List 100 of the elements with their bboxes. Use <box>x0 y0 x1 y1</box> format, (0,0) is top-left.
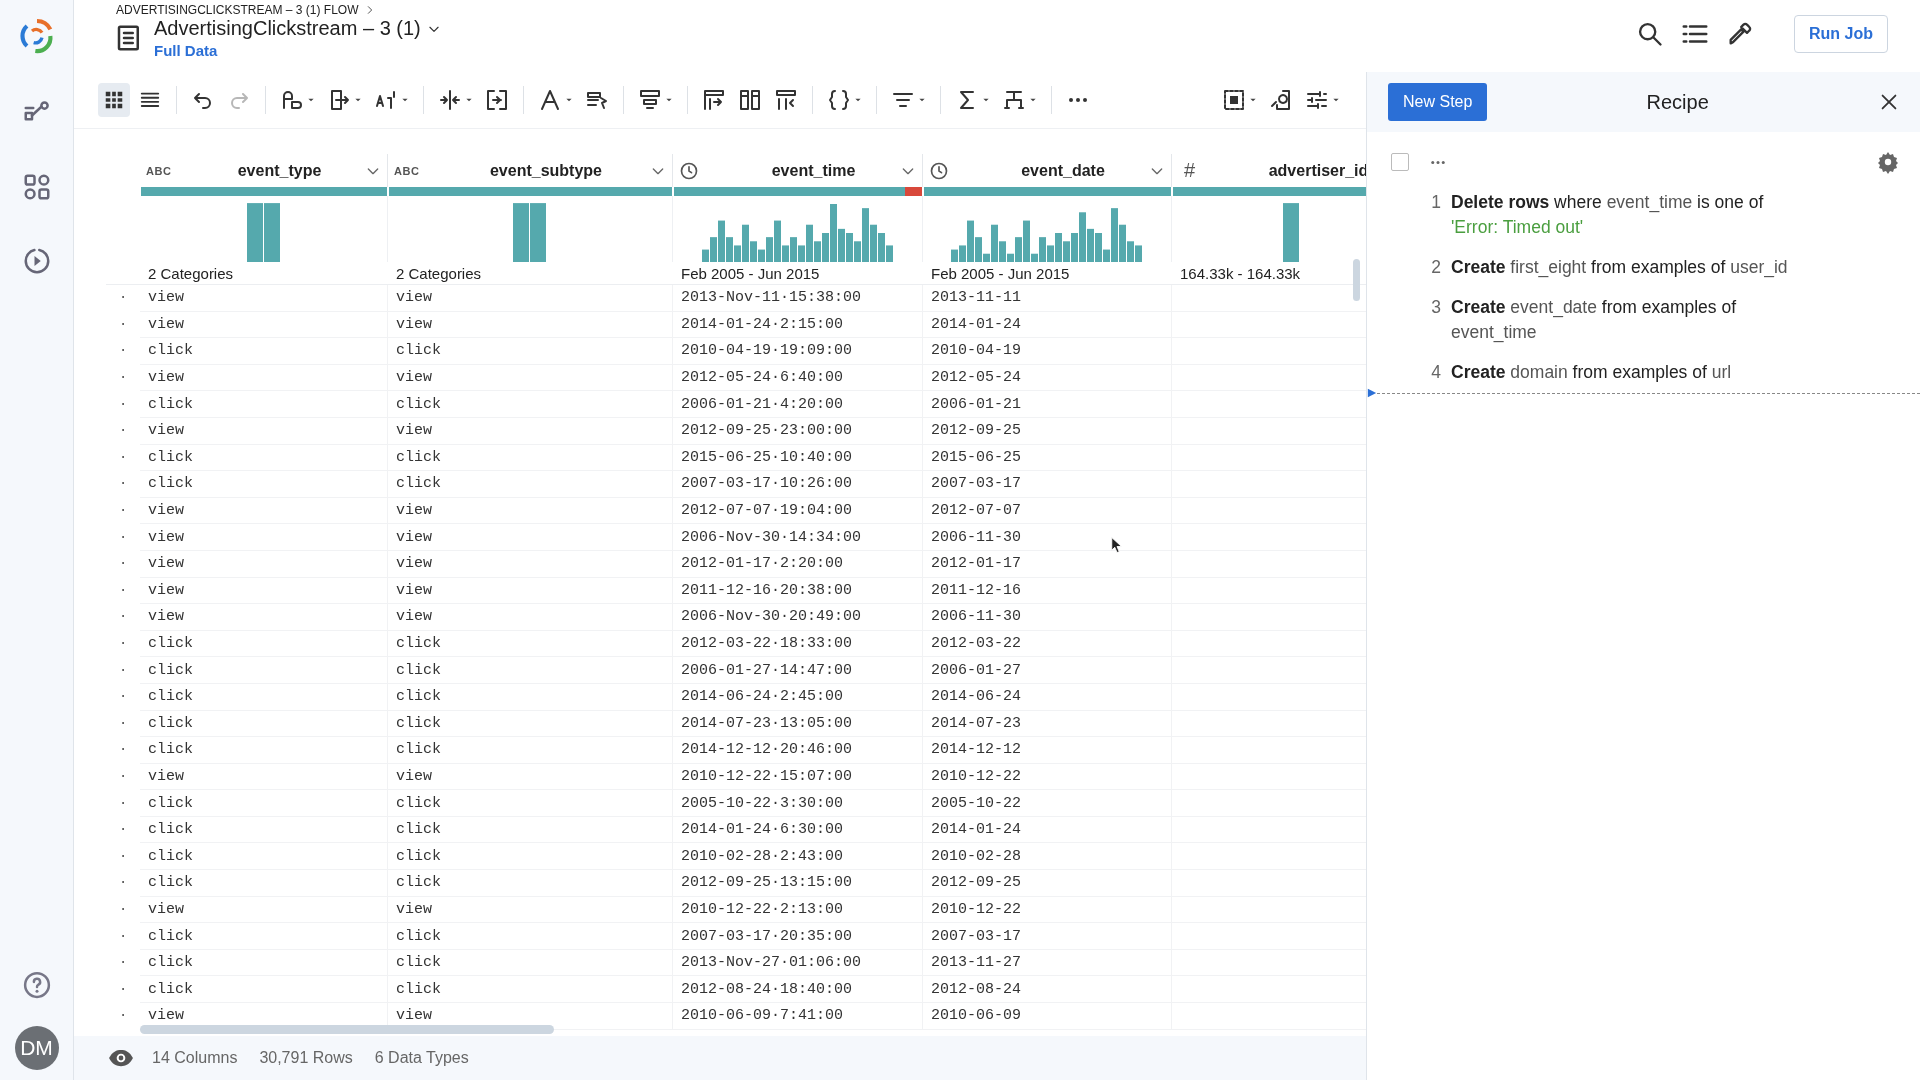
sort-icon <box>374 88 398 112</box>
table-cell: click <box>148 395 193 413</box>
table-cell: 2012-08-24 <box>931 980 1021 998</box>
table-cell: view <box>396 1007 432 1025</box>
search-icon[interactable] <box>1636 20 1664 48</box>
type-label[interactable]: # <box>1178 159 1196 182</box>
help-icon[interactable] <box>21 970 52 1000</box>
table-cell: view <box>148 900 184 918</box>
column-name: event_subtype <box>488 161 603 180</box>
select-all-checkbox[interactable] <box>1391 153 1409 171</box>
recipe-step[interactable]: Create domain from examples of url <box>1451 360 1732 385</box>
table-cell: 2006-Nov-30·20:49:00 <box>681 608 862 626</box>
table-cell: click <box>396 448 441 466</box>
union-icon <box>774 88 798 112</box>
table-cell: view <box>396 581 432 599</box>
histogram-drawing[interactable] <box>513 200 547 262</box>
join-icon <box>738 88 762 112</box>
braces-icon <box>827 88 851 112</box>
table-cell: click <box>396 714 441 732</box>
table-cell: 2012-03-22·18:33:00 <box>681 635 853 652</box>
table-cell: 2012-07-07 <box>931 502 1021 520</box>
table-cell: 2010-02-28 <box>931 847 1021 865</box>
recipe-step[interactable]: Create event_date from examples of event_time <box>1451 295 1800 345</box>
rename-icon <box>280 88 304 112</box>
table-cell: click <box>396 395 441 413</box>
type-label[interactable]: ABC <box>394 164 420 177</box>
table-cell: 2014-01-24 <box>931 315 1021 333</box>
table-cell: view <box>396 502 432 520</box>
more-icon[interactable] <box>1429 159 1447 165</box>
horizontal-scrollbar[interactable] <box>140 1025 554 1034</box>
row-marker: · <box>119 716 127 731</box>
step-number: 3 <box>1430 296 1441 319</box>
table-cell: 2007-03-17 <box>931 475 1021 493</box>
row-marker: · <box>119 929 127 944</box>
table-cell: click <box>148 342 193 360</box>
header-row-icon <box>638 88 662 112</box>
table-cell: 2013-11-27 <box>931 954 1021 972</box>
type-label[interactable]: ABC <box>146 164 172 177</box>
status-text: 14 Columns <box>152 1049 238 1067</box>
pivot-icon <box>702 88 726 112</box>
row-marker: · <box>119 956 127 971</box>
table-cell: click <box>148 794 193 812</box>
histogram-drawing[interactable] <box>1283 200 1300 262</box>
table-cell: click <box>396 980 441 998</box>
table-cell: click <box>396 874 441 892</box>
table-cell: click <box>396 741 441 759</box>
table-cell: 2014-07-23 <box>931 714 1021 732</box>
new-step-button[interactable]: New Step <box>1388 83 1488 121</box>
table-cell: 2010-04-19·19:09:00 <box>681 342 853 360</box>
table-cell: view <box>148 289 184 307</box>
table-cell: click <box>396 475 441 493</box>
dropdown-caret-icon <box>982 96 990 104</box>
histogram-drawing[interactable] <box>246 200 281 262</box>
merge-icon <box>485 88 509 112</box>
table-cell: view <box>148 369 184 387</box>
row-marker: · <box>119 477 127 492</box>
breadcrumb-link[interactable]: ADVERTISINGCLICKSTREAM – 3 (1) FLOW <box>116 3 359 17</box>
sample-link[interactable]: Full Data <box>154 42 218 59</box>
table-cell: 2006-01-27 <box>931 661 1021 679</box>
table-cell: 2007-03-17·20:35:00 <box>681 927 853 945</box>
step-number: 4 <box>1430 361 1441 384</box>
user-avatar[interactable]: DM <box>14 1026 59 1070</box>
row-marker: · <box>119 743 127 758</box>
step-number: 1 <box>1430 191 1441 214</box>
table-cell: 2015-06-25·10:40:00 <box>681 448 853 466</box>
table-cell: 2013-11-11 <box>931 289 1021 307</box>
table-cell: 2012-05-24 <box>931 369 1021 387</box>
table-cell: click <box>148 980 193 998</box>
dataset-title[interactable]: AdvertisingClickstream – 3 (1) <box>154 17 421 40</box>
table-cell: view <box>396 289 432 307</box>
table-cell: view <box>148 768 184 785</box>
run-job-button[interactable]: Run Job <box>1794 15 1888 53</box>
row-marker: · <box>119 583 127 598</box>
column-summary: 2 Categories <box>396 264 482 282</box>
table-cell: view <box>396 315 432 333</box>
table-cell: click <box>148 927 193 945</box>
vertical-scrollbar[interactable] <box>1353 259 1360 301</box>
table-cell: 2011-12-16 <box>931 581 1021 599</box>
column-name: event_date <box>1020 161 1106 180</box>
table-cell: view <box>396 900 432 918</box>
row-marker: · <box>119 610 127 625</box>
table-cell: 2010-12-22·2:13:00 <box>681 900 844 918</box>
table-cell: 2014-12-12·20:46:00 <box>681 741 853 759</box>
table-cell: click <box>396 635 441 652</box>
table-cell: 2006-11-30 <box>931 528 1021 546</box>
grid-icon <box>103 89 125 111</box>
table-cell: 2006-01-27·14:47:00 <box>681 661 853 679</box>
recipe-step[interactable]: Create first_eight from examples of user_id <box>1451 255 1788 280</box>
row-marker: · <box>119 849 127 864</box>
table-cell: view <box>148 315 184 333</box>
table-cell: click <box>148 661 193 679</box>
column-summary: 164.33k - 164.33k <box>1180 264 1301 282</box>
row-marker: · <box>119 637 127 651</box>
recipe-step[interactable]: Delete rows where event_time is one of 'Error: Timed out' <box>1451 190 1800 240</box>
table-cell: click <box>148 448 193 466</box>
settings-icon[interactable] <box>1876 150 1900 174</box>
table-cell: click <box>396 794 441 812</box>
status-text: 6 Data Types <box>374 1049 469 1067</box>
table-cell: click <box>396 661 441 679</box>
grid-view-button[interactable] <box>98 83 130 117</box>
